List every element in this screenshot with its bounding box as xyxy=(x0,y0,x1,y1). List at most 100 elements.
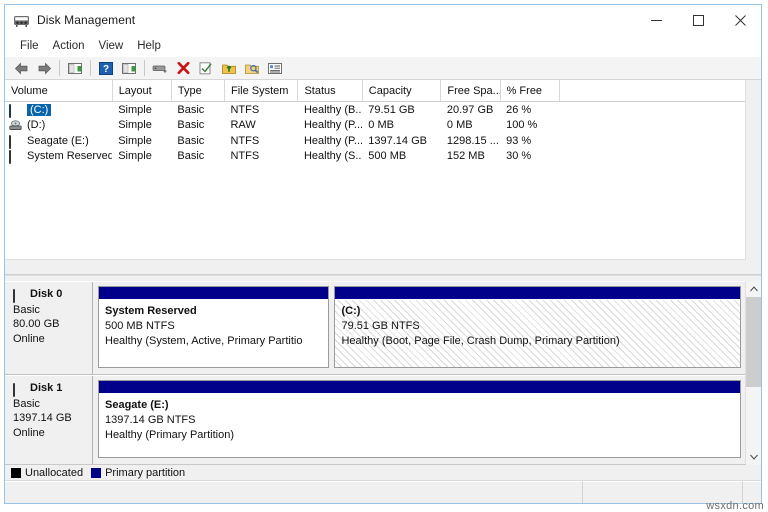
volume-list-table: Volume Layout Type File System Status Ca… xyxy=(5,80,761,164)
cell-percent-free: 93 % xyxy=(506,134,532,147)
graphical-view-body: Disk 0 Basic 80.00 GB Online System Rese… xyxy=(5,281,746,465)
cell-file-system: RAW xyxy=(230,119,256,132)
cell-file-system: NTFS xyxy=(230,134,260,147)
scrollbar-thumb[interactable] xyxy=(746,297,761,387)
partition-c-drive[interactable]: (C:) 79.51 GB NTFS Healthy (Boot, Page F… xyxy=(334,286,741,368)
cell-free-space: 1298.15 ... xyxy=(446,134,499,147)
disk-row-disk-1[interactable]: Disk 1 Basic 1397.14 GB Online Seagate (… xyxy=(5,375,746,465)
partition-color-bar xyxy=(99,287,329,300)
cell-layout: Simple xyxy=(118,134,152,147)
disk-info-disk-1: Disk 1 Basic 1397.14 GB Online xyxy=(5,376,93,464)
legend-item-primary-partition: Primary partition xyxy=(91,467,185,479)
menu-item-file[interactable]: File xyxy=(13,38,46,54)
new-volume-icon[interactable] xyxy=(149,58,171,78)
column-header-volume[interactable]: Volume xyxy=(5,80,113,102)
partition-seagate-e[interactable]: Seagate (E:) 1397.14 GB NTFS Healthy (Pr… xyxy=(98,380,741,458)
help-icon[interactable]: ? xyxy=(95,58,117,78)
toolbar: ? xyxy=(5,57,761,80)
menu-item-help[interactable]: Help xyxy=(130,38,168,54)
cell-capacity: 0 MB xyxy=(368,119,394,132)
cell-status: Healthy (B... xyxy=(303,103,363,116)
cell-free-space: 0 MB xyxy=(446,119,473,132)
volume-list-header-row: Volume Layout Type File System Status Ca… xyxy=(5,80,761,102)
cell-type: Basic xyxy=(177,134,205,147)
partition-details: Seagate (E:) 1397.14 GB NTFS Healthy (Pr… xyxy=(99,394,740,457)
table-row[interactable]: System Reserved Simple Basic NTFS Health… xyxy=(5,149,761,165)
partition-name: System Reserved xyxy=(105,305,197,317)
cell-filler xyxy=(559,133,760,149)
cell-file-system: NTFS xyxy=(230,103,260,116)
cell-filler xyxy=(559,149,760,165)
column-header-status[interactable]: Status xyxy=(297,80,363,102)
primary-partition-swatch-icon xyxy=(91,467,102,478)
legend-item-unallocated: Unallocated xyxy=(11,467,83,479)
cell-percent-free: 30 % xyxy=(506,150,532,163)
cell-type: Basic xyxy=(177,103,205,116)
menu-item-view[interactable]: View xyxy=(92,38,131,54)
rescan-disks-icon[interactable] xyxy=(241,58,263,78)
column-header-free-space[interactable]: Free Spa... xyxy=(440,80,501,102)
maximize-button[interactable] xyxy=(677,5,719,35)
partition-health: Healthy (System, Active, Primary Partiti… xyxy=(105,335,303,347)
hard-disk-icon xyxy=(9,134,22,149)
column-header-layout[interactable]: Layout xyxy=(112,80,172,102)
volume-name: System Reserved xyxy=(27,150,113,163)
table-row[interactable]: (C:) Simple Basic NTFS Healthy (B... 79.… xyxy=(5,102,761,118)
column-header-capacity[interactable]: Capacity xyxy=(362,80,442,102)
volume-list-vertical-scrollbar[interactable] xyxy=(745,80,761,274)
cell-volume: (D:) xyxy=(5,118,112,134)
legend-label: Primary partition xyxy=(105,466,186,479)
scroll-up-arrow-icon[interactable] xyxy=(746,281,761,297)
toolbar-separator-2 xyxy=(90,60,91,76)
detail-view-icon[interactable] xyxy=(264,58,286,78)
show-hide-console-tree-icon[interactable] xyxy=(64,58,86,78)
delete-icon[interactable] xyxy=(172,58,194,78)
table-row[interactable]: Seagate (E:) Simple Basic NTFS Healthy (… xyxy=(5,133,761,149)
status-bar xyxy=(5,480,761,503)
cell-capacity: 79.51 GB xyxy=(368,103,415,116)
disk-title-disk-0: Disk 0 xyxy=(13,287,86,304)
cell-volume: Seagate (E:) xyxy=(5,133,112,149)
check-icon[interactable] xyxy=(195,58,217,78)
properties-window-icon[interactable] xyxy=(118,58,140,78)
back-icon[interactable] xyxy=(10,58,32,78)
cell-layout: Simple xyxy=(118,119,152,132)
close-button[interactable] xyxy=(719,5,761,35)
cell-layout: Simple xyxy=(118,150,152,163)
disk-management-icon xyxy=(13,13,30,28)
cell-status: Healthy (S... xyxy=(303,150,363,163)
cell-file-system: NTFS xyxy=(230,150,260,163)
column-header-type[interactable]: Type xyxy=(171,80,225,102)
column-header-percent-free[interactable]: % Free xyxy=(500,80,560,102)
cell-type: Basic xyxy=(177,150,205,163)
partition-health: Healthy (Primary Partition) xyxy=(105,429,234,441)
cell-volume: (C:) xyxy=(5,102,112,118)
partition-system-reserved[interactable]: System Reserved 500 MB NTFS Healthy (Sys… xyxy=(98,286,330,368)
graphical-view-scrollbar[interactable] xyxy=(745,281,761,465)
hard-disk-icon xyxy=(9,103,22,118)
cell-status: Healthy (P... xyxy=(303,119,363,132)
hard-disk-icon xyxy=(9,150,22,164)
partition-name: (C:) xyxy=(341,305,361,317)
volume-list-horizontal-scrollbar[interactable] xyxy=(5,259,746,274)
partition-size-fs: 1397.14 GB NTFS xyxy=(105,414,196,426)
volume-name: (C:) xyxy=(27,103,52,116)
hard-disk-icon xyxy=(13,383,26,398)
forward-icon[interactable] xyxy=(33,58,55,78)
disk-row-disk-0[interactable]: Disk 0 Basic 80.00 GB Online System Rese… xyxy=(5,281,746,375)
cell-capacity: 1397.14 GB xyxy=(368,134,427,147)
cell-volume: System Reserved xyxy=(5,149,113,164)
disk-partitions-disk-1: Seagate (E:) 1397.14 GB NTFS Healthy (Pr… xyxy=(93,376,746,464)
column-header-file-system[interactable]: File System xyxy=(224,80,299,102)
menu-item-action[interactable]: Action xyxy=(46,38,92,54)
minimize-button[interactable] xyxy=(635,5,677,35)
volume-name: Seagate (E:) xyxy=(27,134,89,147)
disk-size: 1397.14 GB xyxy=(13,412,72,424)
table-row[interactable]: (D:) Simple Basic RAW Healthy (P... 0 MB… xyxy=(5,118,761,134)
export-list-icon[interactable] xyxy=(218,58,240,78)
svg-text:?: ? xyxy=(103,64,109,75)
disk-status: Online xyxy=(13,332,45,345)
legend-label: Unallocated xyxy=(25,466,84,479)
cell-percent-free: 100 % xyxy=(506,119,538,132)
scroll-down-arrow-icon[interactable] xyxy=(746,449,761,465)
